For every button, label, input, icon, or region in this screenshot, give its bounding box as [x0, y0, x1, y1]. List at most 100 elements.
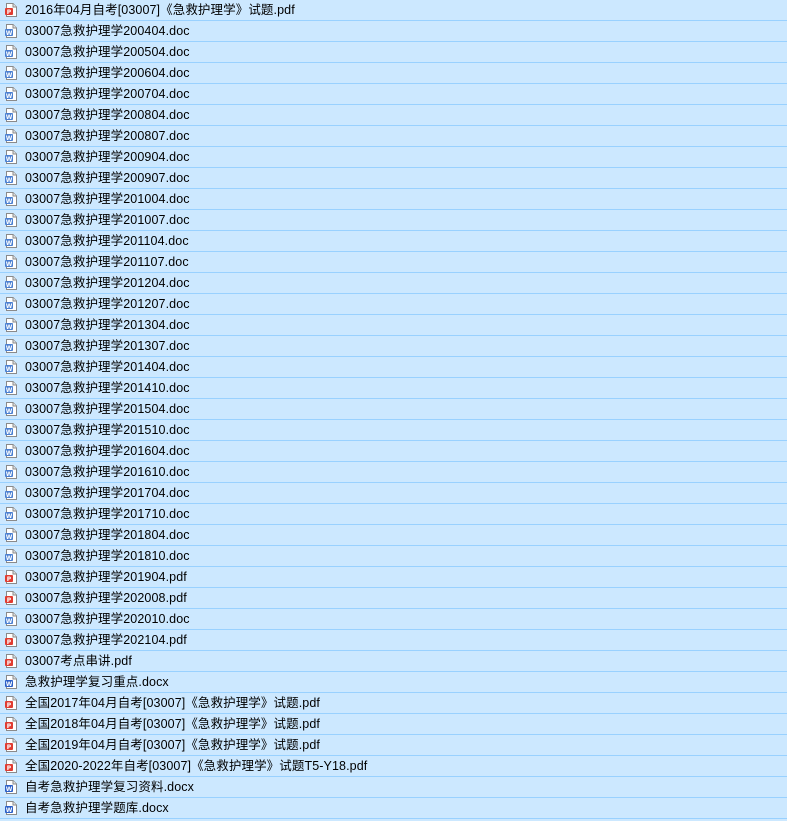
- pdf-file-icon: P: [5, 633, 17, 647]
- file-row[interactable]: P 全国2019年04月自考[03007]《急救护理学》试题.pdf: [0, 735, 787, 756]
- file-name: 03007急救护理学201510.doc: [25, 423, 190, 437]
- file-row[interactable]: W 03007急救护理学201504.doc: [0, 399, 787, 420]
- doc-file-icon: W: [5, 150, 17, 164]
- doc-file-icon: W: [5, 234, 17, 248]
- file-row[interactable]: W 03007急救护理学202010.doc: [0, 609, 787, 630]
- doc-file-icon: W: [5, 24, 17, 38]
- file-name: 03007急救护理学201804.doc: [25, 528, 190, 542]
- docx-file-icon: W: [5, 780, 17, 794]
- file-row[interactable]: W 03007急救护理学201610.doc: [0, 462, 787, 483]
- doc-file-icon: W: [5, 108, 17, 122]
- file-name: 03007急救护理学200504.doc: [25, 45, 190, 59]
- file-row[interactable]: P 03007急救护理学201904.pdf: [0, 567, 787, 588]
- file-row[interactable]: W 自考急救护理学复习资料.docx: [0, 777, 787, 798]
- file-row[interactable]: P 03007考点串讲.pdf: [0, 651, 787, 672]
- file-name: 03007急救护理学201404.doc: [25, 360, 190, 374]
- file-name: 03007急救护理学201307.doc: [25, 339, 190, 353]
- file-row[interactable]: P 03007急救护理学202008.pdf: [0, 588, 787, 609]
- svg-text:W: W: [6, 387, 13, 394]
- pdf-file-icon: P: [5, 3, 17, 17]
- file-row[interactable]: W 03007急救护理学201307.doc: [0, 336, 787, 357]
- file-row[interactable]: W 03007急救护理学201207.doc: [0, 294, 787, 315]
- file-name: 03007急救护理学201904.pdf: [25, 570, 187, 584]
- file-name: 03007急救护理学202008.pdf: [25, 591, 187, 605]
- docx-file-icon: W: [5, 675, 17, 689]
- file-name: 03007急救护理学201204.doc: [25, 276, 190, 290]
- file-name: 全国2020-2022年自考[03007]《急救护理学》试题T5-Y18.pdf: [25, 759, 368, 773]
- file-name: 03007急救护理学201410.doc: [25, 381, 190, 395]
- svg-text:W: W: [6, 51, 13, 58]
- file-row[interactable]: P 全国2018年04月自考[03007]《急救护理学》试题.pdf: [0, 714, 787, 735]
- file-row[interactable]: W 03007急救护理学201004.doc: [0, 189, 787, 210]
- file-name: 03007急救护理学200404.doc: [25, 24, 190, 38]
- file-row[interactable]: W 03007急救护理学200704.doc: [0, 84, 787, 105]
- file-name: 03007急救护理学202104.pdf: [25, 633, 187, 647]
- file-row[interactable]: W 03007急救护理学201404.doc: [0, 357, 787, 378]
- svg-text:W: W: [6, 72, 13, 79]
- file-row[interactable]: W 急救护理学复习重点.docx: [0, 672, 787, 693]
- svg-text:W: W: [6, 555, 13, 562]
- file-row[interactable]: P 全国2020-2022年自考[03007]《急救护理学》试题T5-Y18.pd…: [0, 756, 787, 777]
- file-row[interactable]: W 03007急救护理学200404.doc: [0, 21, 787, 42]
- file-row[interactable]: W 03007急救护理学201410.doc: [0, 378, 787, 399]
- svg-text:P: P: [7, 9, 12, 16]
- doc-file-icon: W: [5, 318, 17, 332]
- doc-file-icon: W: [5, 507, 17, 521]
- svg-text:W: W: [6, 219, 13, 226]
- svg-text:P: P: [7, 639, 12, 646]
- file-row[interactable]: W 自考急救护理学题库.docx: [0, 798, 787, 819]
- file-name: 03007急救护理学200807.doc: [25, 129, 190, 143]
- svg-text:P: P: [7, 723, 12, 730]
- doc-file-icon: W: [5, 486, 17, 500]
- file-row[interactable]: W 03007急救护理学201104.doc: [0, 231, 787, 252]
- svg-text:W: W: [6, 408, 13, 415]
- file-row[interactable]: W 03007急救护理学201710.doc: [0, 504, 787, 525]
- file-row[interactable]: W 03007急救护理学201107.doc: [0, 252, 787, 273]
- file-row[interactable]: W 03007急救护理学201804.doc: [0, 525, 787, 546]
- file-row[interactable]: P 2016年04月自考[03007]《急救护理学》试题.pdf: [0, 0, 787, 21]
- file-name: 急救护理学复习重点.docx: [25, 675, 169, 689]
- file-row[interactable]: W 03007急救护理学201204.doc: [0, 273, 787, 294]
- doc-file-icon: W: [5, 129, 17, 143]
- file-row[interactable]: W 03007急救护理学200804.doc: [0, 105, 787, 126]
- file-row[interactable]: W 03007急救护理学200807.doc: [0, 126, 787, 147]
- file-name: 03007急救护理学200904.doc: [25, 150, 190, 164]
- file-row[interactable]: W 03007急救护理学200604.doc: [0, 63, 787, 84]
- file-name: 03007急救护理学202010.doc: [25, 612, 190, 626]
- file-row[interactable]: W 03007急救护理学201604.doc: [0, 441, 787, 462]
- svg-text:W: W: [6, 681, 13, 688]
- file-row[interactable]: W 03007急救护理学201810.doc: [0, 546, 787, 567]
- svg-text:W: W: [6, 93, 13, 100]
- svg-text:W: W: [6, 156, 13, 163]
- file-row[interactable]: W 03007急救护理学201704.doc: [0, 483, 787, 504]
- file-name: 自考急救护理学复习资料.docx: [25, 780, 194, 794]
- doc-file-icon: W: [5, 87, 17, 101]
- pdf-file-icon: P: [5, 759, 17, 773]
- file-name: 03007急救护理学201610.doc: [25, 465, 190, 479]
- file-name: 03007考点串讲.pdf: [25, 654, 132, 668]
- file-row[interactable]: W 03007急救护理学200904.doc: [0, 147, 787, 168]
- doc-file-icon: W: [5, 171, 17, 185]
- doc-file-icon: W: [5, 276, 17, 290]
- file-row[interactable]: W 03007急救护理学201510.doc: [0, 420, 787, 441]
- file-row[interactable]: W 03007急救护理学201007.doc: [0, 210, 787, 231]
- file-name: 03007急救护理学201304.doc: [25, 318, 190, 332]
- file-name: 03007急救护理学201007.doc: [25, 213, 190, 227]
- file-name: 03007急救护理学201704.doc: [25, 486, 190, 500]
- doc-file-icon: W: [5, 45, 17, 59]
- pdf-file-icon: P: [5, 738, 17, 752]
- doc-file-icon: W: [5, 549, 17, 563]
- file-name: 全国2019年04月自考[03007]《急救护理学》试题.pdf: [25, 738, 320, 752]
- svg-text:P: P: [7, 702, 12, 709]
- file-row[interactable]: P 03007急救护理学202104.pdf: [0, 630, 787, 651]
- file-row[interactable]: W 03007急救护理学200907.doc: [0, 168, 787, 189]
- pdf-file-icon: P: [5, 591, 17, 605]
- svg-text:W: W: [6, 471, 13, 478]
- file-row[interactable]: P 全国2017年04月自考[03007]《急救护理学》试题.pdf: [0, 693, 787, 714]
- doc-file-icon: W: [5, 66, 17, 80]
- svg-text:W: W: [6, 240, 13, 247]
- file-row[interactable]: W 03007急救护理学200504.doc: [0, 42, 787, 63]
- doc-file-icon: W: [5, 255, 17, 269]
- svg-text:W: W: [6, 534, 13, 541]
- file-row[interactable]: W 03007急救护理学201304.doc: [0, 315, 787, 336]
